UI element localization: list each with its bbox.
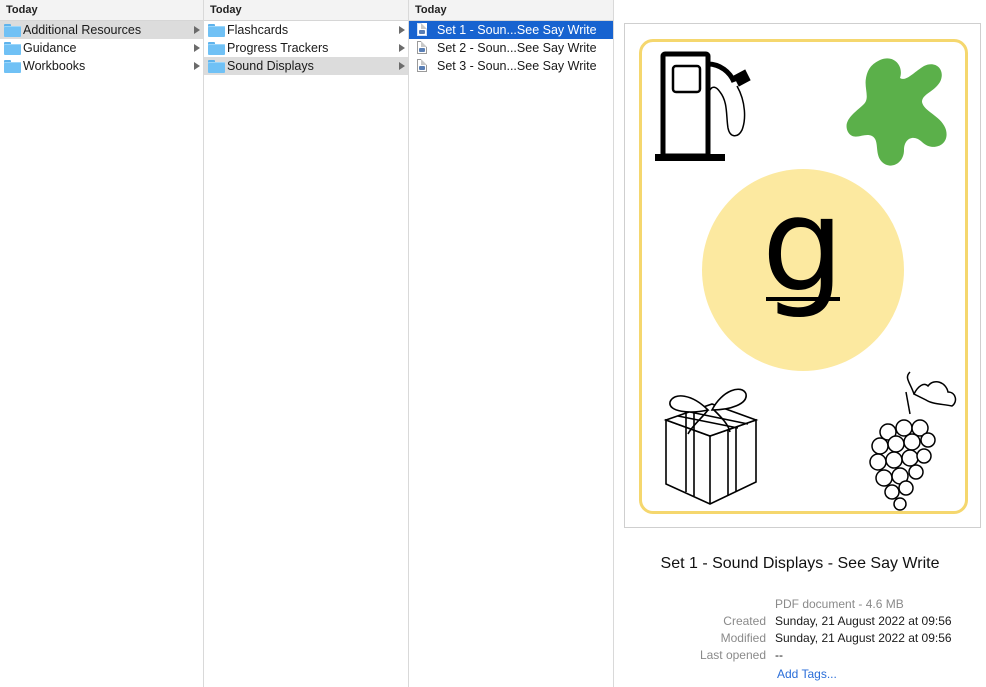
folder-icon [208,24,225,37]
list-item-workbooks[interactable]: Workbooks [0,57,203,75]
folder-icon [4,24,21,37]
add-tags-link[interactable]: Add Tags... [777,667,837,681]
column-header: Today [0,0,203,21]
item-label: Set 1 - Soun...See Say Write [437,23,597,37]
list-item-sound-displays[interactable]: Sound Displays [204,57,408,75]
last-opened-value: -- [775,648,783,662]
item-label: Additional Resources [23,23,142,37]
meta-opened-row: Last opened -- [614,648,986,665]
list-item-progress-trackers[interactable]: Progress Trackers [204,39,408,57]
item-label: Set 2 - Soun...See Say Write [437,41,597,55]
modified-label: Modified [720,631,766,645]
last-opened-label: Last opened [699,648,766,662]
meta-created-row: Created Sunday, 21 August 2022 at 09:56 [614,614,986,631]
folder-icon [208,42,225,55]
item-label: Workbooks [23,59,86,73]
folder-icon [4,42,21,55]
list-item-guidance[interactable]: Guidance [0,39,203,57]
item-label: Flashcards [227,23,289,37]
list-item-flashcards[interactable]: Flashcards [204,21,408,39]
document-thumbnail[interactable]: g [624,23,981,528]
created-label: Created [723,614,766,628]
column-header: Today [409,0,613,21]
item-label: Set 3 - Soun...See Say Write [437,59,597,73]
list-item-set-1[interactable]: Set 1 - Soun...See Say Write [409,21,613,39]
chevron-right-icon [399,62,405,70]
item-label: Guidance [23,41,77,55]
chevron-right-icon [399,26,405,34]
column-header: Today [204,0,408,21]
gift-icon [663,388,759,505]
modified-value: Sunday, 21 August 2022 at 09:56 [775,631,952,645]
meta-modified-row: Modified Sunday, 21 August 2022 at 09:56 [614,631,986,648]
folder-icon [208,60,225,73]
column-2: Today Flashcards Progress Trackers Sound… [204,0,409,687]
card-artwork: g [655,51,957,511]
file-title: Set 1 - Sound Displays - See Say Write [660,555,940,572]
file-kind-size: PDF document - 4.6 MB [775,597,904,611]
grapes-icon [869,371,957,511]
item-label: Sound Displays [227,59,314,73]
pdf-file-icon [417,23,427,36]
column-3: Today Set 1 - Soun...See Say Write Set 2… [409,0,614,687]
created-value: Sunday, 21 August 2022 at 09:56 [775,614,952,628]
fuel-pump-icon [655,51,751,161]
list-item-set-3[interactable]: Set 3 - Soun...See Say Write [409,57,613,75]
list-item-set-2[interactable]: Set 2 - Soun...See Say Write [409,39,613,57]
column-1: Today Additional Resources Guidance Work… [0,0,204,687]
chevron-right-icon [194,44,200,52]
chevron-right-icon [194,26,200,34]
sound-card: g [639,39,968,514]
pdf-file-icon [417,59,427,72]
folder-icon [4,60,21,73]
chevron-right-icon [194,62,200,70]
pdf-file-icon [417,41,427,54]
item-label: Progress Trackers [227,41,329,55]
chevron-right-icon [399,44,405,52]
splat-icon [846,58,947,166]
list-item-additional-resources[interactable]: Additional Resources [0,21,203,39]
preview-pane: g Set 1 - Sound Displays - See Say Write… [614,0,986,687]
meta-kind-row: PDF document - 4.6 MB [614,597,986,614]
